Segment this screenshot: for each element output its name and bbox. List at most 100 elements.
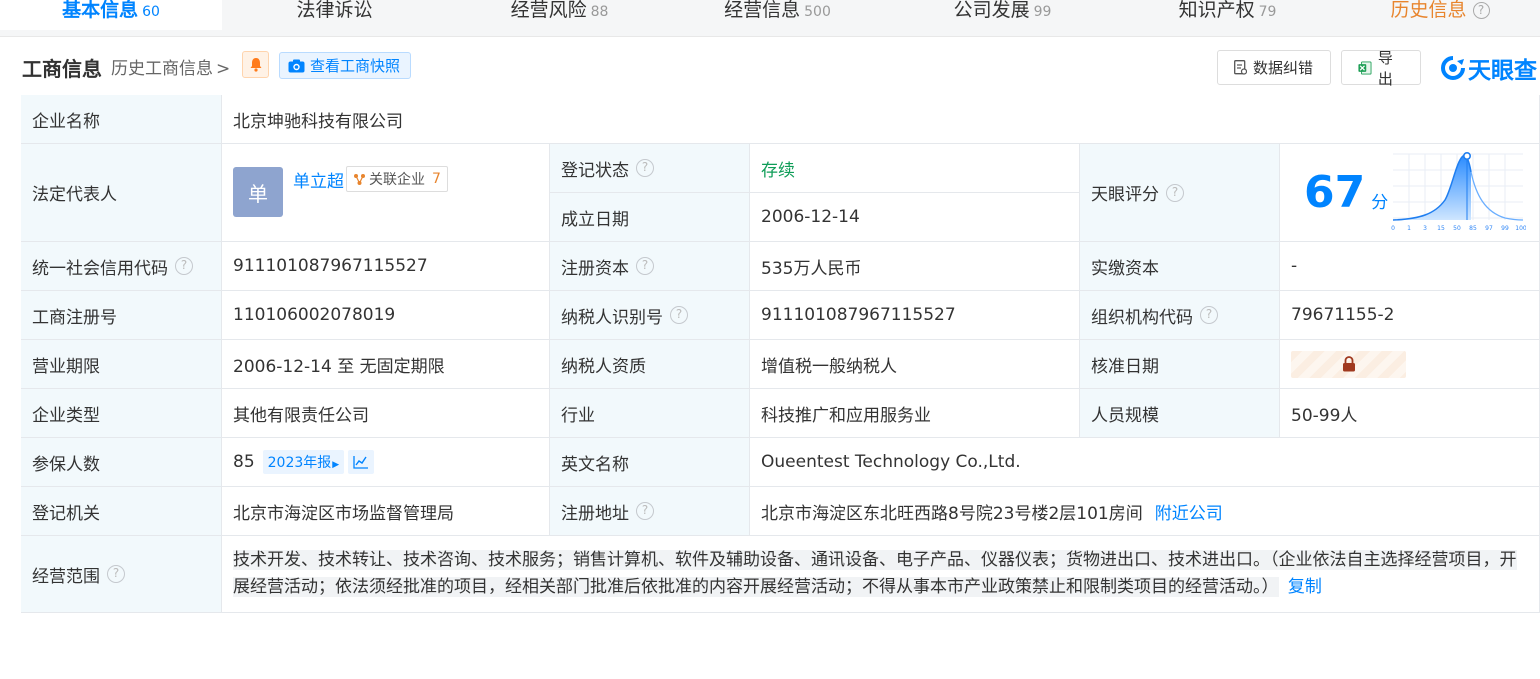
score-distribution-chart: 0 1 3 15 50 85 97 99 100	[1391, 151, 1526, 232]
label-biz-scope: 经营范围?	[21, 536, 222, 613]
biz-scope-cell: 技术开发、技术转让、技术咨询、技术服务；销售计算机、软件及辅助设备、通讯设备、电…	[222, 536, 1540, 613]
paid-capital-value: -	[1280, 242, 1540, 291]
tab-ip[interactable]: 知识产权 79	[1115, 0, 1340, 30]
document-edit-icon	[1234, 60, 1247, 75]
nearby-companies-link[interactable]: 附近公司	[1155, 499, 1223, 524]
label-reg-no: 工商注册号	[21, 291, 222, 340]
score-axis-tick: 100	[1515, 225, 1526, 232]
camera-icon	[288, 59, 305, 72]
help-icon[interactable]: ?	[107, 565, 125, 583]
tab-risk[interactable]: 经营风险 88	[447, 0, 672, 30]
label-paid-capital: 实缴资本	[1080, 242, 1280, 291]
label-reg-address: 注册地址?	[550, 487, 750, 536]
history-link[interactable]: 历史工商信息 >	[111, 54, 230, 79]
copy-link[interactable]: 复制	[1288, 577, 1322, 597]
reg-address-value: 北京市海淀区东北旺西路8号院23号楼2层101房间	[761, 503, 1143, 524]
section-title: 工商信息	[22, 57, 102, 81]
industry-value: 科技推广和应用服务业	[750, 389, 1080, 438]
help-icon[interactable]: ?	[1472, 2, 1490, 19]
help-icon[interactable]: ?	[1200, 306, 1218, 324]
insured-cell: 85 2023年报▶	[222, 438, 550, 487]
label-tianyan-score: 天眼评分?	[1080, 144, 1280, 242]
score-unit: 分	[1371, 193, 1389, 213]
line-chart-icon	[353, 456, 369, 469]
label-tax-quality: 纳税人资质	[550, 340, 750, 389]
label-reg-status: 登记状态?	[550, 144, 750, 193]
chevron-right-icon: >	[216, 59, 231, 79]
legal-rep-cell: 单 单立超 关联企业 7	[222, 144, 550, 242]
score-cell[interactable]: 67 分 0 1 3 15 50 85 97 99 100	[1280, 144, 1540, 242]
company-name-value: 北京坤驰科技有限公司	[222, 95, 1540, 144]
reg-no-value: 110106002078019	[222, 291, 550, 340]
help-icon[interactable]: ?	[636, 159, 654, 177]
help-icon[interactable]: ?	[175, 257, 193, 275]
lock-icon	[1342, 356, 1355, 372]
label-company-name: 企业名称	[21, 95, 222, 144]
score-axis-tick: 1	[1407, 225, 1411, 232]
biz-scope-text: 技术开发、技术转让、技术咨询、技术服务；销售计算机、软件及辅助设备、通讯设备、电…	[233, 550, 1517, 597]
label-credit-code: 统一社会信用代码?	[21, 242, 222, 291]
logo-icon	[1441, 56, 1465, 80]
label-org-code: 组织机构代码?	[1080, 291, 1280, 340]
caret-right-icon: ▶	[332, 460, 340, 470]
score-axis-tick: 97	[1485, 225, 1493, 232]
label-industry: 行业	[550, 389, 750, 438]
help-icon[interactable]: ?	[636, 257, 654, 275]
approve-date-cell	[1280, 340, 1540, 389]
help-icon[interactable]: ?	[1166, 183, 1184, 202]
top-tab-bar: 基本信息 60 法律诉讼 经营风险 88 经营信息 500 公司发展 99 知识产权 79…	[0, 0, 1540, 37]
tab-history[interactable]: 历史信息?	[1340, 0, 1540, 30]
bell-icon	[250, 58, 261, 72]
english-name-value: Oueentest Technology Co.,Ltd.	[750, 438, 1540, 487]
label-approve-date: 核准日期	[1080, 340, 1280, 389]
label-reg-authority: 登记机关	[21, 487, 222, 536]
label-taxpayer-id: 纳税人识别号?	[550, 291, 750, 340]
network-icon	[354, 173, 365, 185]
excel-icon	[1358, 60, 1372, 75]
label-staff-size: 人员规模	[1080, 389, 1280, 438]
reg-status-value: 存续	[750, 144, 1080, 193]
reg-authority-value: 北京市海淀区市场监督管理局	[222, 487, 550, 536]
legal-rep-name-link[interactable]: 单立超	[293, 167, 344, 192]
score-axis-tick: 85	[1469, 225, 1477, 232]
export-button[interactable]: 导出	[1341, 49, 1421, 88]
label-biz-term: 营业期限	[21, 340, 222, 389]
snapshot-button[interactable]: 查看工商快照	[279, 52, 412, 79]
staff-size-value: 50-99人	[1280, 389, 1540, 438]
related-company-badge[interactable]: 关联企业 7	[346, 166, 448, 192]
tab-operation[interactable]: 经营信息 500	[665, 0, 890, 30]
score-number: 67	[1304, 167, 1366, 218]
tianyancha-logo: 天眼查	[1440, 51, 1537, 85]
tab-basic-info[interactable]: 基本信息 60	[0, 0, 222, 30]
locked-value[interactable]	[1291, 350, 1406, 378]
biz-term-value: 2006-12-14 至 无固定期限	[222, 340, 550, 389]
found-date-value: 2006-12-14	[750, 193, 1080, 242]
reg-address-cell: 北京市海淀区东北旺西路8号院23号楼2层101房间 附近公司	[750, 487, 1540, 536]
label-english-name: 英文名称	[550, 438, 750, 487]
company-type-value: 其他有限责任公司	[222, 389, 550, 438]
score-axis-tick: 50	[1453, 225, 1461, 232]
credit-code-value: 911101087967115527	[222, 242, 550, 291]
score-axis-tick: 0	[1391, 225, 1395, 232]
label-legal-rep: 法定代表人	[21, 144, 222, 242]
score-axis-tick: 99	[1501, 225, 1509, 232]
data-correct-button[interactable]: 数据纠错	[1217, 50, 1331, 85]
label-found-date: 成立日期	[550, 193, 750, 242]
tax-quality-value: 增值税一般纳税人	[750, 340, 1080, 389]
score-axis-tick: 3	[1423, 225, 1427, 232]
trend-chart-button[interactable]	[348, 450, 375, 474]
insured-value: 85	[233, 452, 255, 472]
label-company-type: 企业类型	[21, 389, 222, 438]
section-header: 工商信息 历史工商信息 > 查看工商快照 数据纠错 导出 天眼查	[0, 38, 1540, 95]
help-icon[interactable]: ?	[670, 306, 688, 324]
bell-button[interactable]	[242, 51, 269, 78]
help-icon[interactable]: ?	[636, 502, 654, 520]
org-code-value: 79671155-2	[1280, 291, 1540, 340]
avatar[interactable]: 单	[233, 167, 283, 217]
taxpayer-id-value: 911101087967115527	[750, 291, 1080, 340]
score-axis-tick: 15	[1437, 225, 1445, 232]
annual-report-tag[interactable]: 2023年报▶	[262, 450, 345, 474]
tab-development[interactable]: 公司发展 99	[890, 0, 1115, 30]
tab-legal[interactable]: 法律诉讼	[222, 0, 447, 30]
label-reg-capital: 注册资本?	[550, 242, 750, 291]
